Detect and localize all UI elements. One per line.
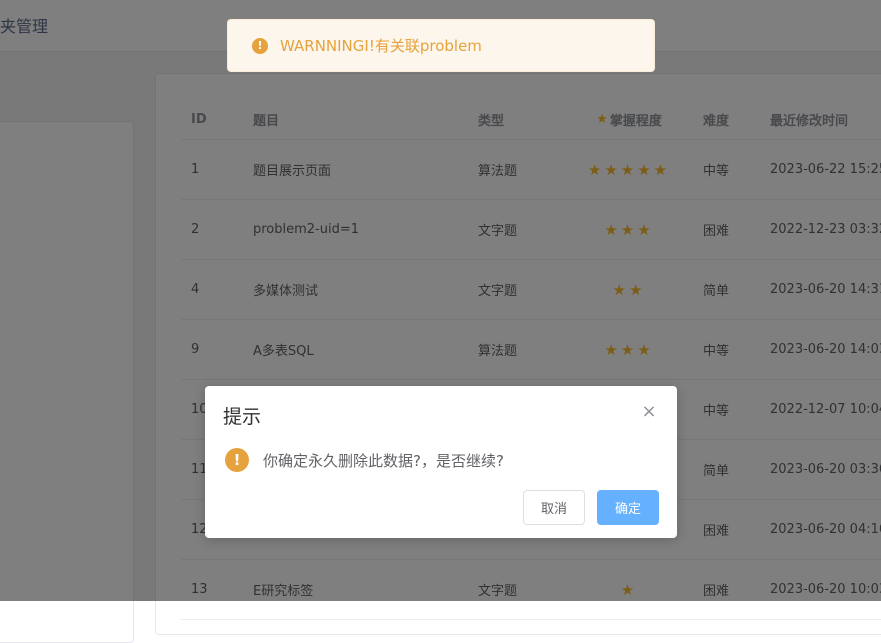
close-icon[interactable]: × [641, 403, 657, 421]
dialog-warning-icon: ! [225, 448, 249, 472]
dialog-title: 提示 [223, 406, 262, 428]
warning-message-text: WARNNINGI!有关联problem [280, 37, 482, 55]
warning-icon: ! [252, 37, 268, 54]
dialog-message: 你确定永久删除此数据?，是否继续? [263, 452, 504, 470]
cancel-button[interactable]: 取消 [523, 490, 585, 525]
warning-message: ! WARNNINGI!有关联problem [227, 19, 655, 72]
confirm-button[interactable]: 确定 [597, 490, 659, 525]
confirm-dialog: 提示 × ! 你确定永久删除此数据?，是否继续? 取消 确定 [205, 386, 677, 538]
